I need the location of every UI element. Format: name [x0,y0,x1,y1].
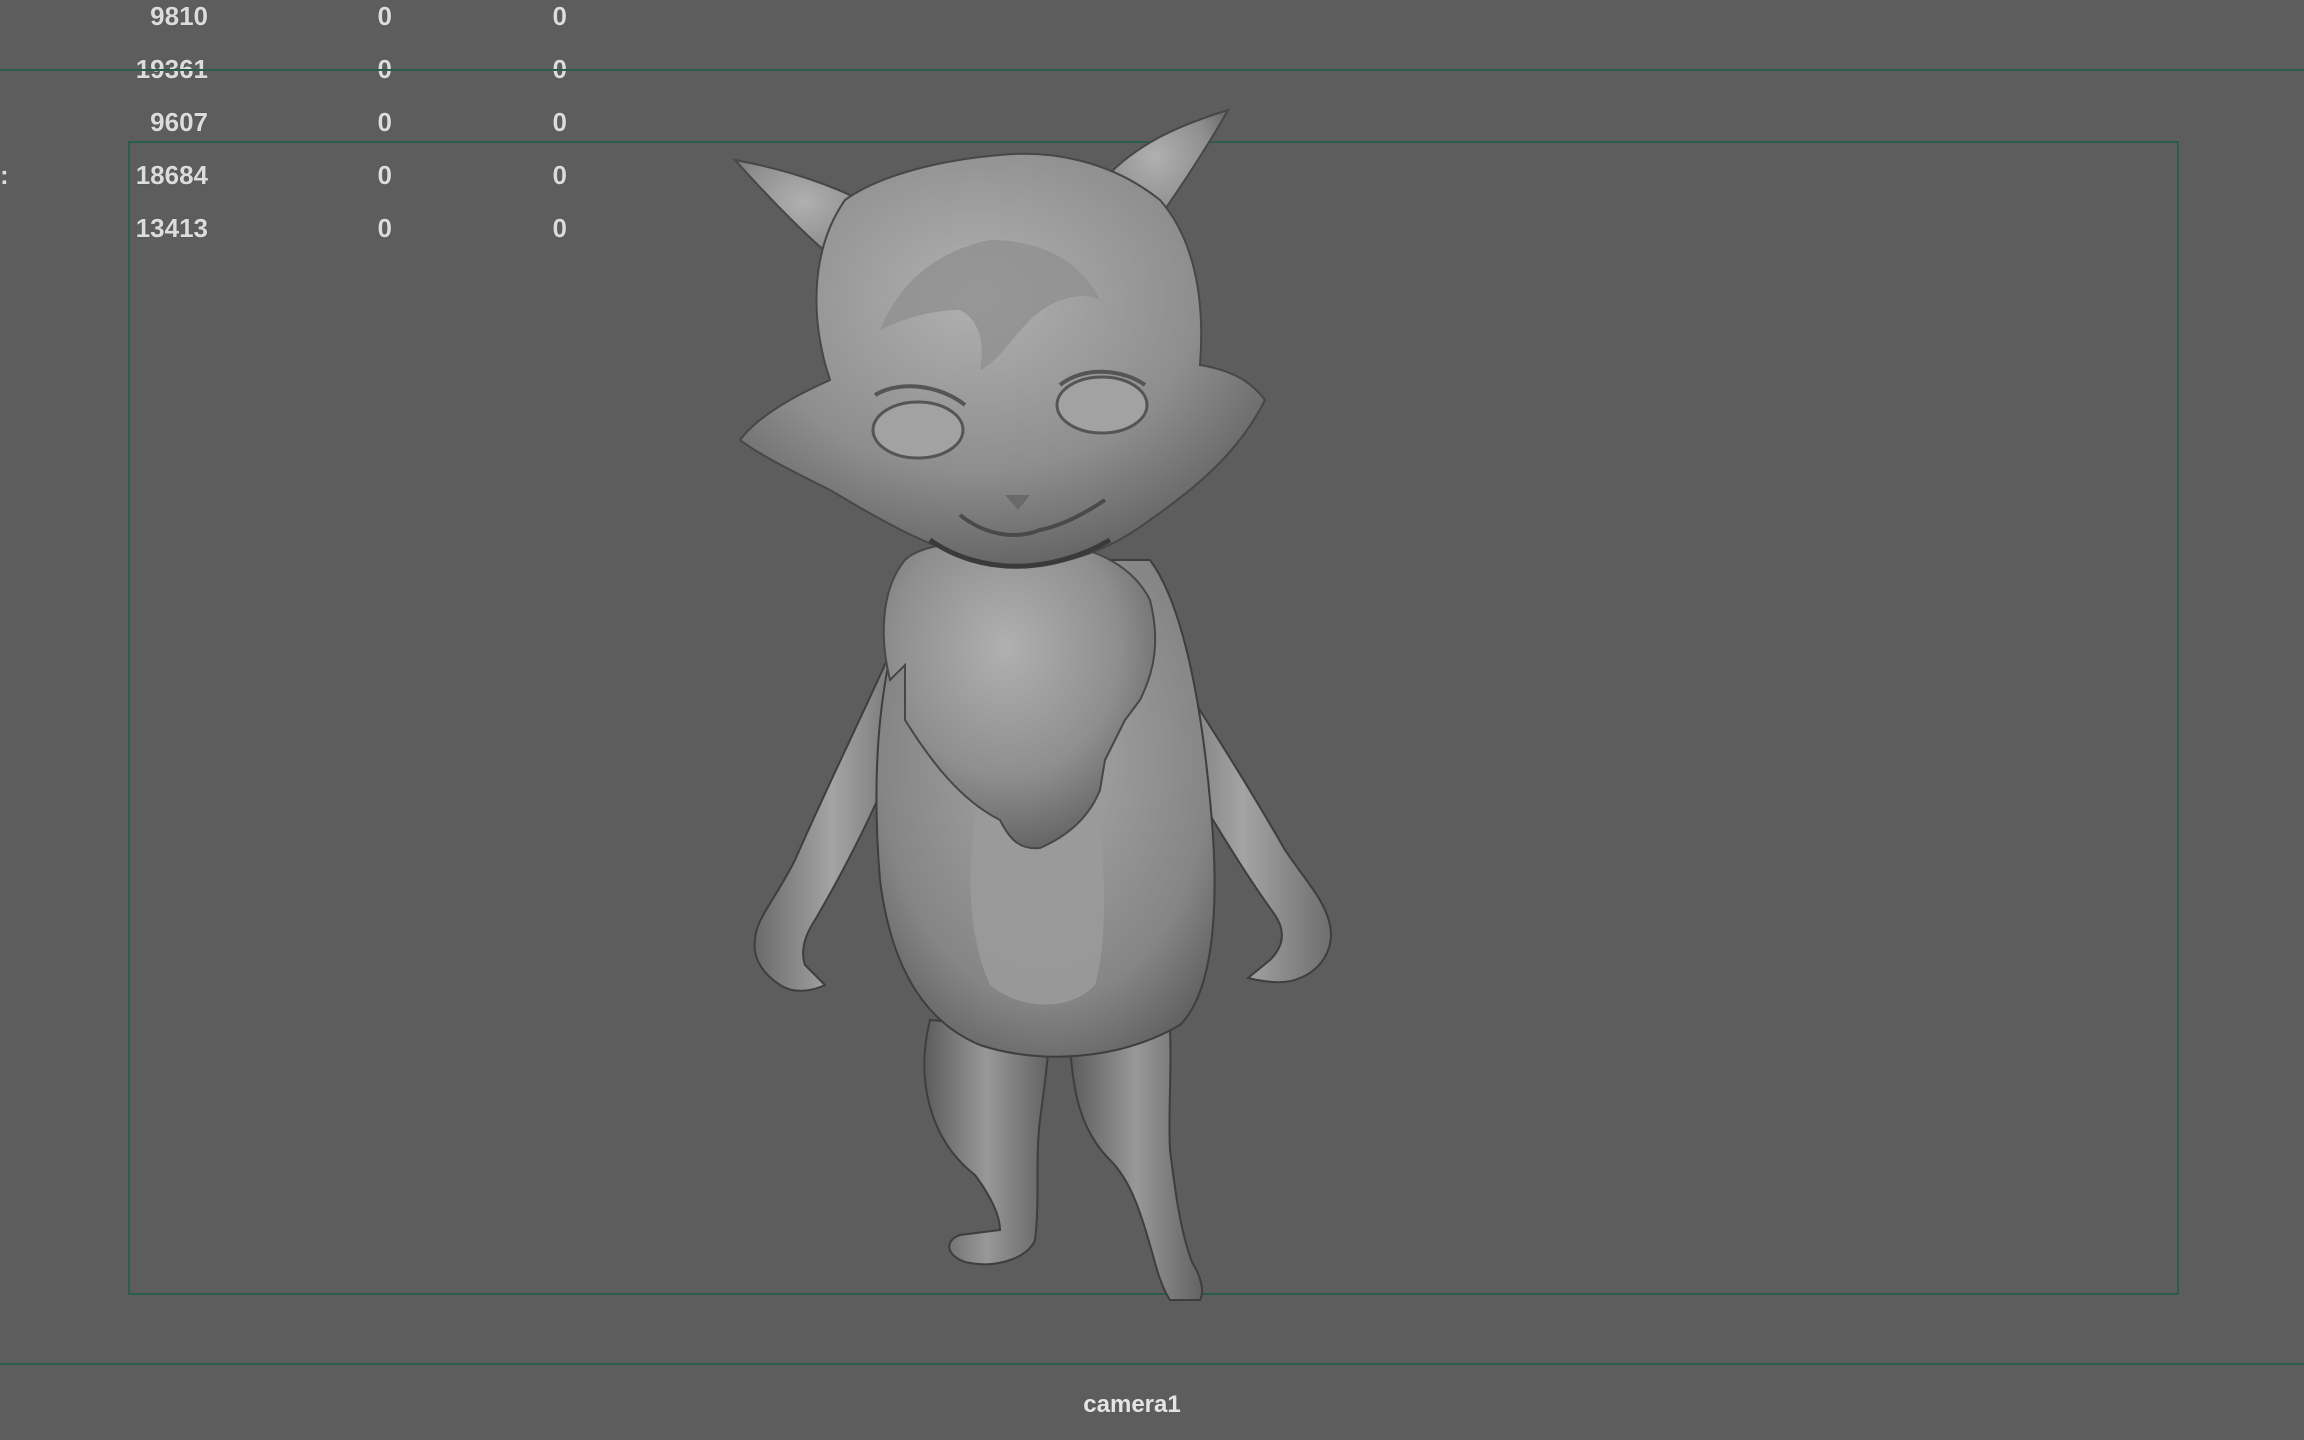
fox-character-model[interactable] [0,0,2304,1440]
camera-name-label: camera1 [1083,1391,1181,1418]
left-leg [923,1018,1050,1266]
right-eye [1055,375,1149,435]
right-leg [1068,1028,1203,1301]
3d-viewport[interactable]: 9810 0 0 19361 0 0 9607 0 0 : 18684 0 0 … [0,0,2304,1440]
left-eye [871,400,965,460]
